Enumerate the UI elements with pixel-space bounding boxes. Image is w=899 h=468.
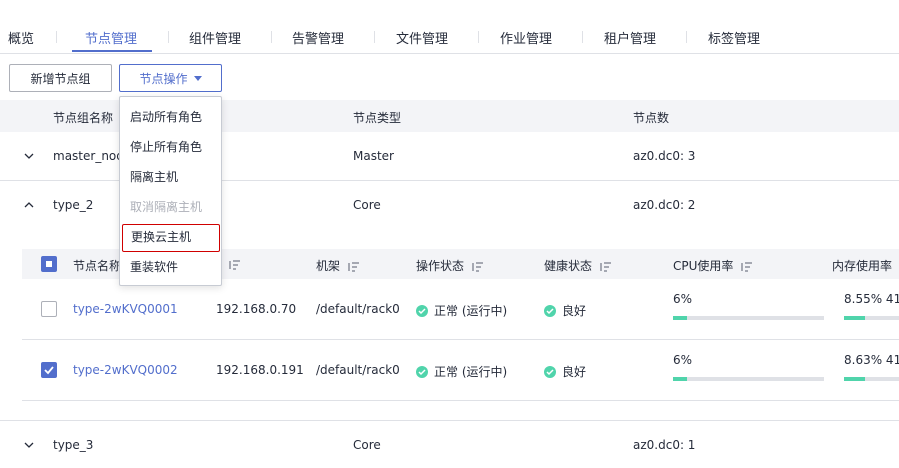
chevron-down-icon[interactable]	[24, 440, 34, 450]
tab-divider	[478, 31, 479, 43]
tab-node-management[interactable]: 节点管理	[85, 28, 137, 47]
group-count: az0.dc0: 1	[633, 438, 696, 452]
sort-icon[interactable]	[229, 260, 241, 270]
node-name-link[interactable]: type-2wKVQ0001	[73, 302, 178, 316]
header-rack-label: 机架	[316, 259, 341, 273]
node-rack: /default/rack0	[316, 302, 400, 316]
tab-divider	[582, 31, 583, 43]
chevron-up-icon[interactable]	[24, 200, 34, 210]
tab-divider	[168, 31, 169, 43]
caret-down-icon	[193, 75, 202, 81]
status-ok-icon	[416, 366, 428, 378]
node-operations-menu: 启动所有角色 停止所有角色 隔离主机 取消隔离主机 更换云主机 重装软件	[119, 96, 222, 286]
partial-check-icon	[46, 261, 52, 267]
node-row: type-2wKVQ0001 192.168.0.70 /default/rac…	[22, 279, 899, 340]
header-cpu-label: CPU使用率	[673, 259, 734, 273]
health-ok-icon	[544, 305, 556, 317]
sort-icon[interactable]	[348, 262, 360, 272]
cpu-usage-bar	[673, 316, 824, 320]
cpu-usage-bar	[673, 377, 824, 381]
health-text: 良好	[562, 365, 587, 379]
header-node-name: 节点名称	[73, 259, 122, 273]
mem-usage-text: 8.63% 413	[844, 353, 899, 367]
header-rack: 机架	[316, 257, 360, 274]
node-ip: 192.168.0.70	[216, 302, 297, 316]
node-op-status: 正常 (运行中)	[416, 302, 507, 319]
mem-usage-bar	[844, 316, 899, 320]
chevron-down-icon[interactable]	[24, 151, 34, 161]
tab-divider	[271, 31, 272, 43]
cpu-usage-fill	[673, 316, 688, 320]
tab-component-management[interactable]: 组件管理	[189, 28, 241, 47]
cpu-usage-text: 6%	[673, 292, 693, 306]
node-operations-button[interactable]: 节点操作	[119, 64, 222, 92]
active-tab-indicator	[72, 50, 152, 52]
menu-replace-cloud-host[interactable]: 更换云主机	[122, 224, 220, 252]
sort-icon[interactable]	[741, 262, 753, 272]
add-node-group-button[interactable]: 新增节点组	[9, 64, 112, 92]
op-status-text: 正常 (运行中)	[434, 365, 508, 379]
node-ip: 192.168.0.191	[216, 363, 304, 377]
mem-usage-fill	[844, 316, 865, 320]
group-count: az0.dc0: 3	[633, 149, 696, 163]
mem-usage-fill	[844, 377, 865, 381]
cpu-usage-text: 6%	[673, 353, 693, 367]
tab-job-management[interactable]: 作业管理	[500, 28, 552, 47]
tab-divider	[374, 31, 375, 43]
select-all-checkbox[interactable]	[41, 256, 57, 272]
node-row: type-2wKVQ0002 192.168.0.191 /default/ra…	[22, 340, 899, 401]
node-rack: /default/rack0	[316, 363, 400, 377]
header-op-status-label: 操作状态	[416, 259, 465, 273]
node-name-link[interactable]: type-2wKVQ0002	[73, 363, 178, 377]
group-type: Master	[353, 149, 394, 163]
header-node-count: 节点数	[633, 111, 670, 125]
row-checkbox[interactable]	[41, 362, 57, 378]
group-name: type_2	[53, 198, 94, 212]
menu-stop-all-roles[interactable]: 停止所有角色	[120, 133, 221, 161]
tab-file-management[interactable]: 文件管理	[396, 28, 448, 47]
tab-bar: 概览 节点管理 组件管理 告警管理 文件管理 作业管理 租户管理 标签管理	[0, 0, 899, 54]
node-operations-label: 节点操作	[139, 71, 188, 86]
group-name: type_3	[53, 438, 94, 452]
sort-icon[interactable]	[472, 262, 484, 272]
add-node-group-label: 新增节点组	[30, 71, 91, 86]
menu-isolate-host[interactable]: 隔离主机	[120, 163, 221, 191]
menu-reinstall-software[interactable]: 重装软件	[120, 253, 221, 281]
tab-tag-management[interactable]: 标签管理	[708, 28, 760, 47]
group-count: az0.dc0: 2	[633, 198, 696, 212]
status-ok-icon	[416, 305, 428, 317]
group-type: Core	[353, 198, 381, 212]
header-health: 健康状态	[544, 257, 612, 274]
health-ok-icon	[544, 366, 556, 378]
header-group-name: 节点组名称	[53, 111, 114, 125]
menu-cancel-isolate-host: 取消隔离主机	[130, 200, 203, 214]
mem-usage-bar	[844, 377, 899, 381]
sort-icon[interactable]	[600, 262, 612, 272]
tab-alarm-management[interactable]: 告警管理	[292, 28, 344, 47]
menu-start-all-roles[interactable]: 启动所有角色	[120, 103, 221, 131]
tab-divider	[56, 31, 57, 43]
table-row: type_3 Core az0.dc0: 1	[0, 420, 899, 468]
cpu-usage-fill	[673, 377, 688, 381]
check-icon	[44, 366, 54, 375]
mem-usage-text: 8.55% 413	[844, 292, 899, 306]
tab-tenant-management[interactable]: 租户管理	[604, 28, 656, 47]
node-op-status: 正常 (运行中)	[416, 363, 507, 380]
node-health: 良好	[544, 302, 586, 319]
header-cpu: CPU使用率	[673, 257, 753, 274]
tab-overview[interactable]: 概览	[8, 28, 34, 47]
group-type: Core	[353, 438, 381, 452]
health-text: 良好	[562, 304, 587, 318]
header-health-label: 健康状态	[544, 259, 593, 273]
op-status-text: 正常 (运行中)	[434, 304, 508, 318]
header-op-status: 操作状态	[416, 257, 484, 274]
header-node-type: 节点类型	[353, 111, 402, 125]
tab-divider	[686, 31, 687, 43]
header-memory: 内存使用率	[832, 259, 893, 273]
node-health: 良好	[544, 363, 586, 380]
row-checkbox[interactable]	[41, 301, 57, 317]
